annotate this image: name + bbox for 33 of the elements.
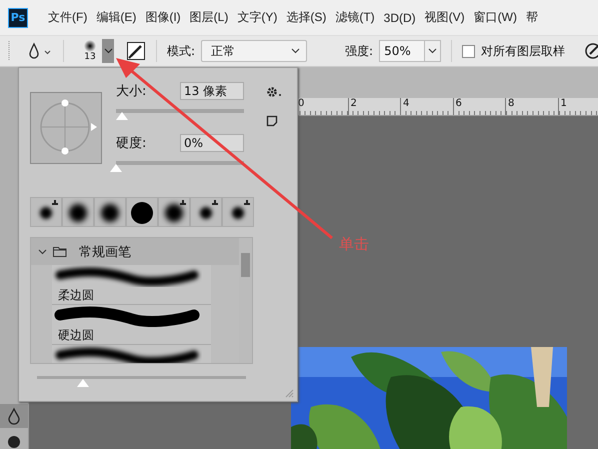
mode-dropdown[interactable]: 正常 [201, 40, 308, 62]
menu-item[interactable]: 3D(D) [380, 10, 420, 24]
menu-item[interactable]: 帮 [522, 9, 542, 26]
ruler-number: 2 [348, 98, 400, 115]
ruler-number: 1 [558, 98, 598, 115]
brush-group-header[interactable]: 常规画笔 [31, 238, 239, 265]
strength-label: 强度: [345, 42, 374, 60]
brush-size-label: 13 [84, 52, 96, 62]
menu-item[interactable]: 滤镜(T) [331, 9, 379, 26]
brush-name: 硬边圆 [57, 327, 95, 344]
annotation-text: 单击 [339, 235, 369, 254]
menu-item[interactable]: 文字(Y) [233, 9, 282, 26]
brush-item[interactable]: 硬边圆 [52, 305, 211, 345]
size-label: 大小: [116, 83, 146, 100]
sample-all-layers-label: 对所有图层取样 [481, 42, 566, 60]
hardness-field[interactable]: 0% [180, 134, 244, 152]
menu-item[interactable]: 编辑(E) [92, 9, 140, 26]
ruler-number: 8 [505, 98, 558, 115]
mode-label: 模式: [167, 42, 196, 60]
hardness-label: 硬度: [116, 135, 146, 152]
brush-item[interactable]: 柔边圆 [52, 265, 211, 305]
menu-item[interactable]: 选择(S) [282, 9, 330, 26]
menu-item[interactable]: 文件(F) [44, 9, 92, 26]
size-field[interactable]: 13 像素 [180, 82, 244, 100]
menu-item[interactable]: 图层(L) [186, 9, 232, 26]
menu-item[interactable]: 视图(V) [420, 9, 469, 26]
app-logo[interactable]: Ps [8, 8, 28, 28]
menu-item[interactable]: 窗口(W) [470, 9, 521, 26]
brush-group-name: 常规画笔 [79, 244, 131, 260]
ruler-number: 6 [452, 98, 505, 115]
ruler-number: 4 [400, 98, 452, 115]
brush-name: 柔边圆 [57, 287, 95, 304]
menu-item[interactable]: 图像(I) [141, 9, 185, 26]
